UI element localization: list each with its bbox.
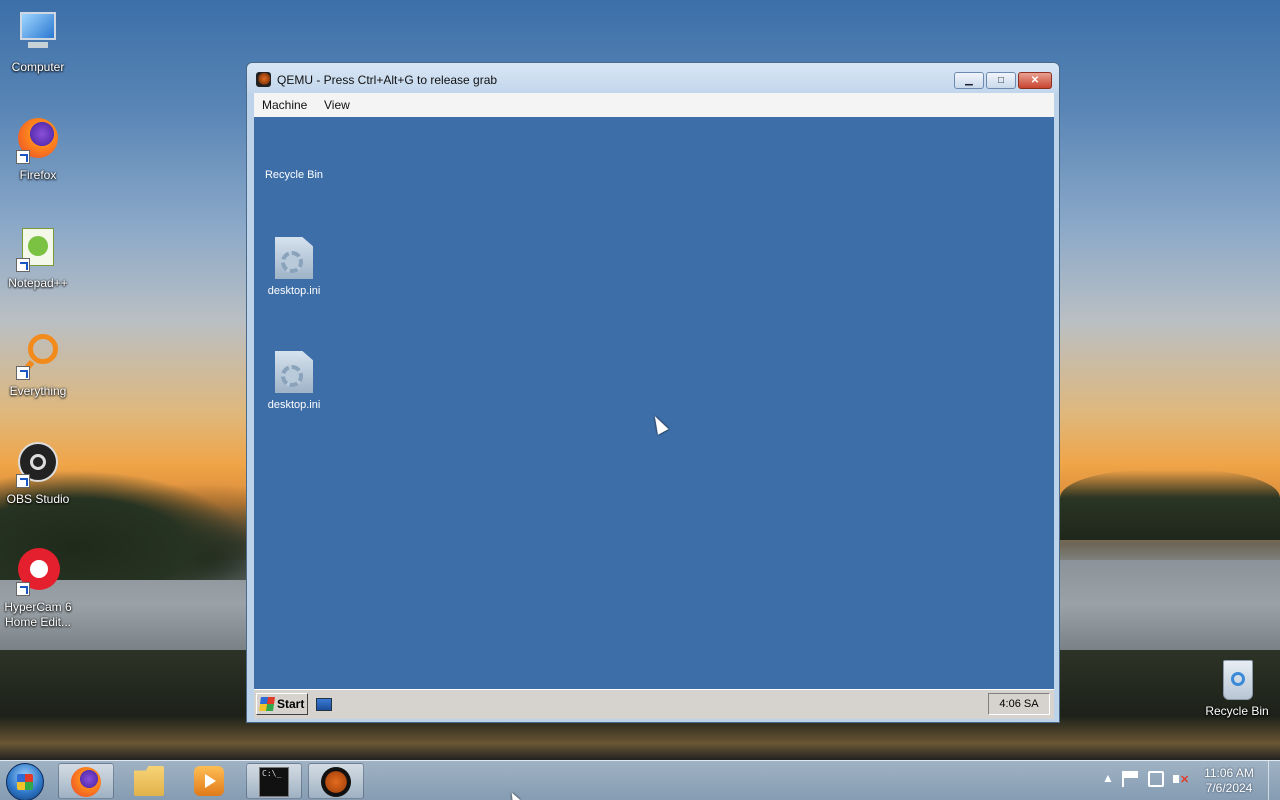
computer-icon (14, 8, 62, 56)
desktop-icon-label: Recycle Bin (1205, 704, 1269, 718)
media-player-icon (194, 766, 224, 796)
taskbar-file-explorer[interactable] (122, 763, 178, 799)
clock-time: 11:06 AM (1204, 766, 1254, 780)
hypercam-icon (14, 548, 62, 596)
desktop-icon-firefox[interactable]: Firefox (0, 116, 76, 183)
menu-view[interactable]: View (324, 98, 350, 112)
desktop-icon-obs[interactable]: OBS Studio (0, 440, 76, 507)
desktop-icon-label: Firefox (19, 168, 57, 182)
everything-search-icon (14, 332, 62, 380)
taskbar-media-player[interactable] (182, 763, 238, 799)
action-center-flag-icon[interactable] (1122, 771, 1138, 787)
recycle-bin-icon (1217, 656, 1257, 700)
desktop-icon-label: Everything (9, 384, 67, 398)
show-desktop-button[interactable] (1268, 761, 1280, 800)
folder-icon (134, 766, 164, 796)
desktop-icon-label: OBS Studio (6, 492, 70, 506)
guest-icon-recycle-bin[interactable]: Recycle Bin (254, 169, 334, 181)
host-taskbar: ▲ 11:06 AM 7/6/2024 (0, 760, 1280, 800)
qemu-app-icon (256, 72, 271, 87)
guest-icon-label: desktop.ini (267, 399, 321, 411)
notepadpp-icon (14, 224, 62, 272)
maximize-button[interactable]: □ (986, 72, 1016, 89)
window-title: QEMU - Press Ctrl+Alt+G to release grab (277, 73, 498, 87)
desktop-icon-label: Notepad++ (8, 276, 68, 290)
show-desktop-icon[interactable] (316, 698, 332, 711)
shortcut-arrow-icon (16, 582, 30, 596)
taskbar-firefox[interactable] (58, 763, 114, 799)
firefox-icon (14, 116, 62, 164)
taskbar-command-prompt[interactable] (246, 763, 302, 799)
guest-clock: 4:06 SA (988, 693, 1050, 715)
firefox-icon (71, 767, 101, 797)
desktop-icon-computer[interactable]: Computer (0, 8, 76, 75)
desktop-icon-label: Computer (11, 60, 65, 74)
show-hidden-icons-icon[interactable]: ▲ (1100, 771, 1116, 787)
guest-icon-desktop-ini[interactable]: desktop.ini (254, 351, 334, 411)
shortcut-arrow-icon (16, 258, 30, 272)
guest-taskbar: Start 4:06 SA (254, 689, 1054, 719)
guest-icon-label: desktop.ini (267, 285, 321, 297)
shortcut-arrow-icon (16, 474, 30, 488)
menu-machine[interactable]: Machine (262, 98, 307, 112)
guest-start-label: Start (277, 697, 305, 711)
taskbar-clock[interactable]: 11:06 AM 7/6/2024 (1196, 766, 1262, 796)
settings-file-icon (275, 351, 313, 393)
close-button[interactable]: ✕ (1018, 72, 1052, 89)
guest-icon-label: Recycle Bin (264, 169, 324, 181)
gear-icon (281, 365, 303, 387)
network-icon[interactable] (1148, 771, 1164, 787)
guest-start-button[interactable]: Start (256, 693, 308, 715)
desktop-icon-hypercam[interactable]: HyperCam 6 Home Edit... (0, 548, 76, 630)
desktop-icon-everything[interactable]: Everything (0, 332, 76, 399)
windows-logo-icon (259, 697, 275, 711)
desktop-icon-recycle-bin[interactable]: Recycle Bin (1198, 656, 1276, 719)
menu-bar: Machine View (254, 93, 1054, 117)
start-button[interactable] (6, 763, 44, 800)
desktop-icon-label: HyperCam 6 Home Edit... (4, 600, 72, 629)
obs-icon (14, 440, 62, 488)
windows-logo-icon (17, 774, 33, 790)
guest-icon-desktop-ini[interactable]: desktop.ini (254, 237, 334, 297)
qemu-app-icon (321, 767, 351, 797)
shortcut-arrow-icon (16, 366, 30, 380)
clock-date: 7/6/2024 (1205, 781, 1253, 795)
settings-file-icon (275, 237, 313, 279)
shortcut-arrow-icon (16, 150, 30, 164)
taskbar-qemu[interactable] (308, 763, 364, 799)
background-trees-right (1060, 470, 1280, 540)
volume-muted-icon[interactable] (1172, 771, 1189, 787)
window-titlebar[interactable]: QEMU - Press Ctrl+Alt+G to release grab … (247, 63, 1059, 93)
qemu-window[interactable]: QEMU - Press Ctrl+Alt+G to release grab … (246, 62, 1060, 723)
guest-desktop[interactable]: Recycle Bin desktop.ini desktop.ini (254, 117, 1054, 689)
terminal-icon (259, 767, 289, 797)
minimize-button[interactable]: ▁ (954, 72, 984, 89)
desktop-icon-notepadpp[interactable]: Notepad++ (0, 224, 76, 291)
gear-icon (281, 251, 303, 273)
